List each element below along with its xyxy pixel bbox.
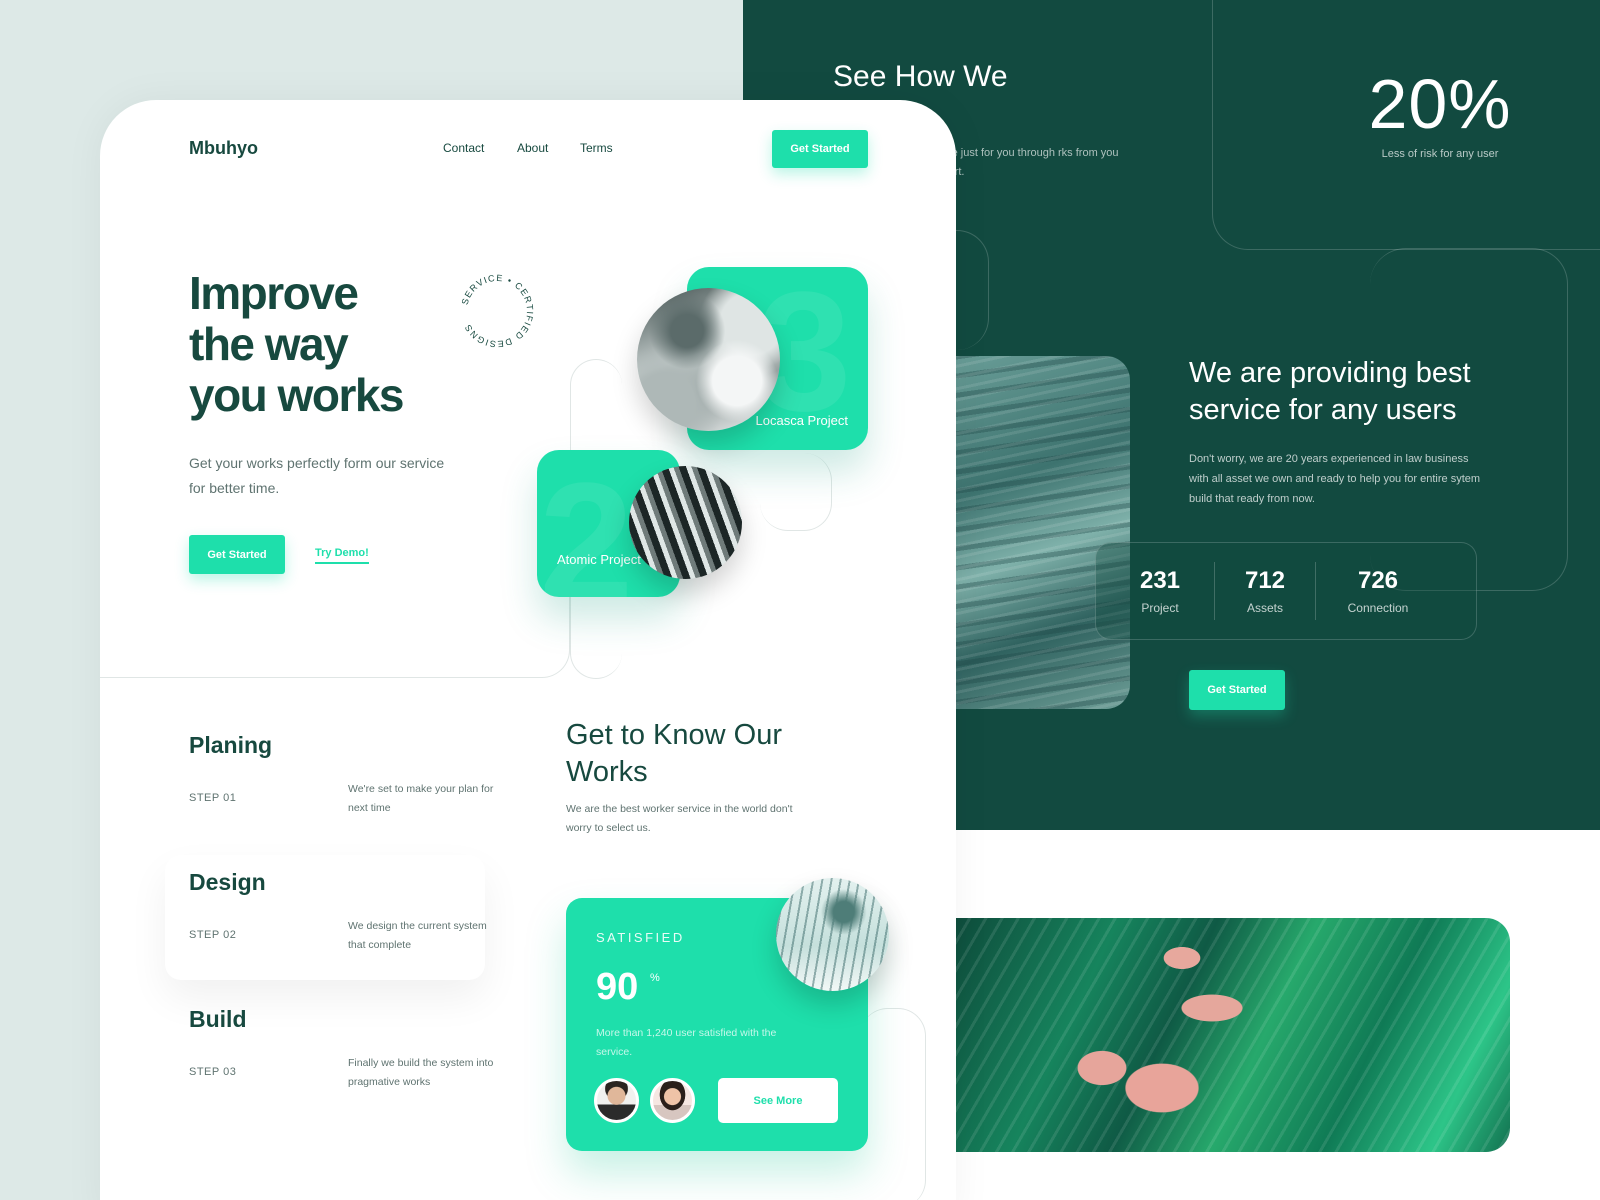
- striped-orb-image: [629, 466, 742, 579]
- connector-line: [860, 1008, 926, 1200]
- hero-title: Improve the way you works: [189, 268, 489, 421]
- stat-label: Connection: [1347, 601, 1409, 615]
- tile-number: 2: [539, 450, 634, 597]
- stat-label: Project: [1141, 601, 1179, 615]
- step-title: Build: [189, 1006, 247, 1032]
- service-title: We are providing best service for any us…: [1189, 357, 1471, 426]
- risk-percentage: 20%: [1368, 65, 1512, 143]
- step-title: Design: [189, 869, 266, 895]
- nav-terms[interactable]: Terms: [580, 141, 613, 155]
- connector-line: [760, 453, 832, 531]
- tile-label: Locasca Project: [755, 413, 849, 428]
- satisfied-label: SATISFIED: [596, 930, 685, 945]
- nav-get-started-button[interactable]: Get Started: [772, 130, 868, 168]
- risk-caption: Less of risk for any user: [1381, 148, 1499, 160]
- step-description: We're set to make your plan for next tim…: [348, 783, 494, 814]
- cloud-orb-image: [637, 288, 780, 431]
- tile-label: Atomic Project: [557, 552, 641, 567]
- connector-line: [100, 480, 570, 678]
- brand-logo[interactable]: Mbuhyo: [189, 138, 258, 159]
- see-how-text: nce just for you through rks from you st…: [940, 147, 1119, 178]
- avatar: [650, 1078, 695, 1123]
- know-works-text: We are the best worker service in the wo…: [566, 803, 793, 834]
- stat-value: 712: [1244, 567, 1286, 594]
- step-number: STEP 01: [189, 792, 237, 804]
- service-text: Don't worry, we are 20 years experienced…: [1189, 453, 1481, 505]
- step-number: STEP 02: [189, 929, 237, 941]
- avatar: [594, 1078, 639, 1123]
- teal-texture-image: [945, 356, 1130, 709]
- hero-title-line: you works: [189, 369, 405, 421]
- step-title: Planing: [189, 732, 273, 758]
- satisfied-unit: %: [650, 972, 660, 984]
- stat-label: Assets: [1246, 601, 1283, 615]
- see-more-button[interactable]: See More: [718, 1078, 838, 1123]
- stat-value: 231: [1139, 567, 1181, 594]
- stats-box: 231 Project 712 Assets 726 Connection: [1095, 542, 1477, 640]
- see-how-title: See How We: [833, 60, 1008, 93]
- nav-about[interactable]: About: [517, 141, 548, 155]
- satisfied-text: More than 1,240 user satisfied with the …: [596, 1027, 777, 1058]
- stat-value: 726: [1357, 567, 1399, 594]
- hero-title-line: the way: [189, 318, 349, 370]
- satisfied-value: 90: [596, 966, 639, 1008]
- stat-connection: 726 Connection: [1316, 567, 1440, 615]
- step-description: We design the current system that comple…: [348, 920, 487, 951]
- certified-seal-icon: SERVICE • CERTIFIED DESIGNS: [460, 273, 534, 349]
- step-description: Finally we build the system into pragmat…: [348, 1057, 494, 1088]
- green-abstract-image: [952, 918, 1510, 1152]
- stat-assets: 712 Assets: [1215, 567, 1315, 615]
- dark-get-started-button[interactable]: Get Started: [1189, 670, 1285, 710]
- hero-title-line: Improve: [189, 267, 359, 319]
- nav-contact[interactable]: Contact: [443, 141, 484, 155]
- stat-project: 231 Project: [1106, 567, 1214, 615]
- know-works-title: Get to Know Our Works: [566, 719, 782, 788]
- mist-orb-image: [776, 878, 889, 991]
- step-number: STEP 03: [189, 1066, 237, 1078]
